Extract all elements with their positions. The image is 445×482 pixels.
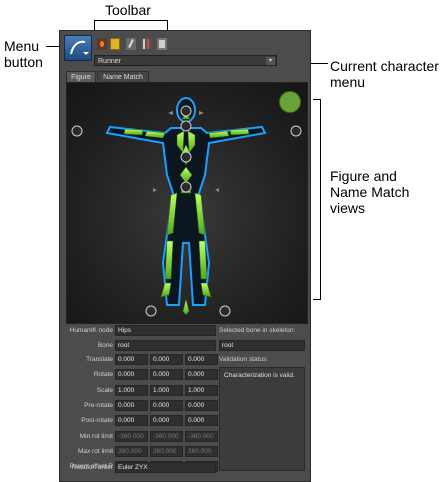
property-value-field[interactable]: 0.000: [150, 415, 183, 427]
views-bracket-vertical: [320, 99, 321, 300]
properties-panel: HumanIK node Hips Bone root Translate 0.0…: [66, 324, 306, 476]
property-value-field[interactable]: 0.000: [115, 369, 148, 381]
property-value-field[interactable]: 360.000: [185, 445, 218, 457]
charmenu-callout: Current character menu: [330, 58, 439, 90]
figure-view[interactable]: [66, 82, 308, 324]
bone-field[interactable]: root: [115, 340, 216, 351]
property-value-field[interactable]: 0.000: [150, 354, 183, 365]
rotation-order-field[interactable]: Euler ZYX: [115, 462, 216, 473]
property-value-field[interactable]: 360.000: [115, 445, 148, 457]
selected-bone-field[interactable]: root: [219, 340, 305, 351]
status-indicator: [279, 91, 301, 113]
edit-icon[interactable]: [126, 38, 136, 50]
selected-bone-label: Selected bone in skeleton:: [219, 327, 296, 334]
hips-joint: [180, 181, 192, 193]
tab-name-match[interactable]: Name Match: [97, 71, 149, 82]
property-value-field[interactable]: 0.000: [115, 399, 148, 411]
property-value-field[interactable]: 0.000: [150, 399, 183, 411]
property-value-field[interactable]: -360.000: [115, 430, 148, 442]
validation-status-box: Characterization is valid.: [219, 367, 305, 471]
right-foot-joint: [219, 305, 231, 317]
property-value-field[interactable]: 0.000: [115, 354, 148, 365]
menu-callout: Menu button: [4, 38, 43, 70]
property-value-field[interactable]: 1.000: [115, 384, 148, 396]
full-body-icon[interactable]: [141, 38, 151, 50]
views-callout-line2: Name Match: [330, 184, 410, 200]
views-callout-line3: views: [330, 200, 366, 216]
property-value-field[interactable]: 0.000: [185, 369, 218, 381]
humanik-node-field[interactable]: Hips: [115, 325, 216, 336]
delete-icon[interactable]: [157, 38, 167, 50]
property-value-field[interactable]: 0.000: [150, 369, 183, 381]
chevron-down-icon[interactable]: ▾: [266, 57, 275, 65]
flame-icon: [100, 41, 104, 47]
property-value-field[interactable]: -360.000: [185, 430, 218, 442]
views-callout: Figure and Name Match views: [330, 168, 409, 216]
charmenu-callout-line2: menu: [330, 74, 366, 90]
property-value-field[interactable]: 0.000: [185, 415, 218, 427]
toolbar-callout: Toolbar: [105, 2, 151, 18]
property-label: Min rot limit: [79, 432, 113, 440]
left-hand-joint: [71, 125, 83, 137]
character-menu[interactable]: Runner ▾: [94, 55, 277, 66]
property-label: Pre-rotate: [84, 401, 113, 409]
rotation-order-label: Rotation order: [71, 464, 113, 471]
right-hand-joint: [290, 125, 302, 137]
head-joint: [180, 105, 192, 117]
menu-icon: [70, 40, 89, 55]
views-bracket-bottom: [313, 299, 321, 300]
spine-joint: [180, 151, 192, 163]
menu-callout-line1: Menu: [4, 38, 40, 54]
validation-status-text: Characterization is valid.: [224, 372, 295, 379]
character-figure: [71, 97, 302, 317]
bone-label: Bone: [97, 342, 113, 349]
left-foot-joint: [145, 305, 157, 317]
tab-figure[interactable]: Figure: [66, 71, 96, 82]
humanik-node-label: HumanIK node: [69, 327, 113, 334]
lock-icon[interactable]: [110, 38, 120, 50]
property-label: Max rot limit: [77, 447, 113, 455]
property-label: Translate: [86, 356, 113, 363]
property-label: Rotate: [93, 371, 113, 379]
property-value-field[interactable]: 0.000: [185, 354, 218, 365]
property-value-field[interactable]: 1.000: [185, 384, 218, 396]
charmenu-callout-line1: Current character: [330, 58, 439, 74]
property-value-field[interactable]: 0.000: [115, 415, 148, 427]
validation-status-label: Validation status:: [219, 356, 269, 363]
character-icon[interactable]: [97, 38, 107, 50]
property-value-field[interactable]: 360.000: [150, 445, 183, 457]
views-callout-line1: Figure and: [330, 168, 397, 184]
property-label: Scale: [96, 386, 113, 394]
neck-joint: [180, 120, 192, 132]
property-label: Post-rotate: [81, 417, 113, 425]
menu-callout-line2: button: [4, 54, 43, 70]
character-menu-value: Runner: [98, 58, 121, 65]
property-value-field[interactable]: -360.000: [150, 430, 183, 442]
toolbar-callout-line: [94, 20, 168, 21]
property-value-field[interactable]: 1.000: [150, 384, 183, 396]
menu-button[interactable]: [64, 35, 92, 61]
property-value-field[interactable]: 0.000: [185, 399, 218, 411]
